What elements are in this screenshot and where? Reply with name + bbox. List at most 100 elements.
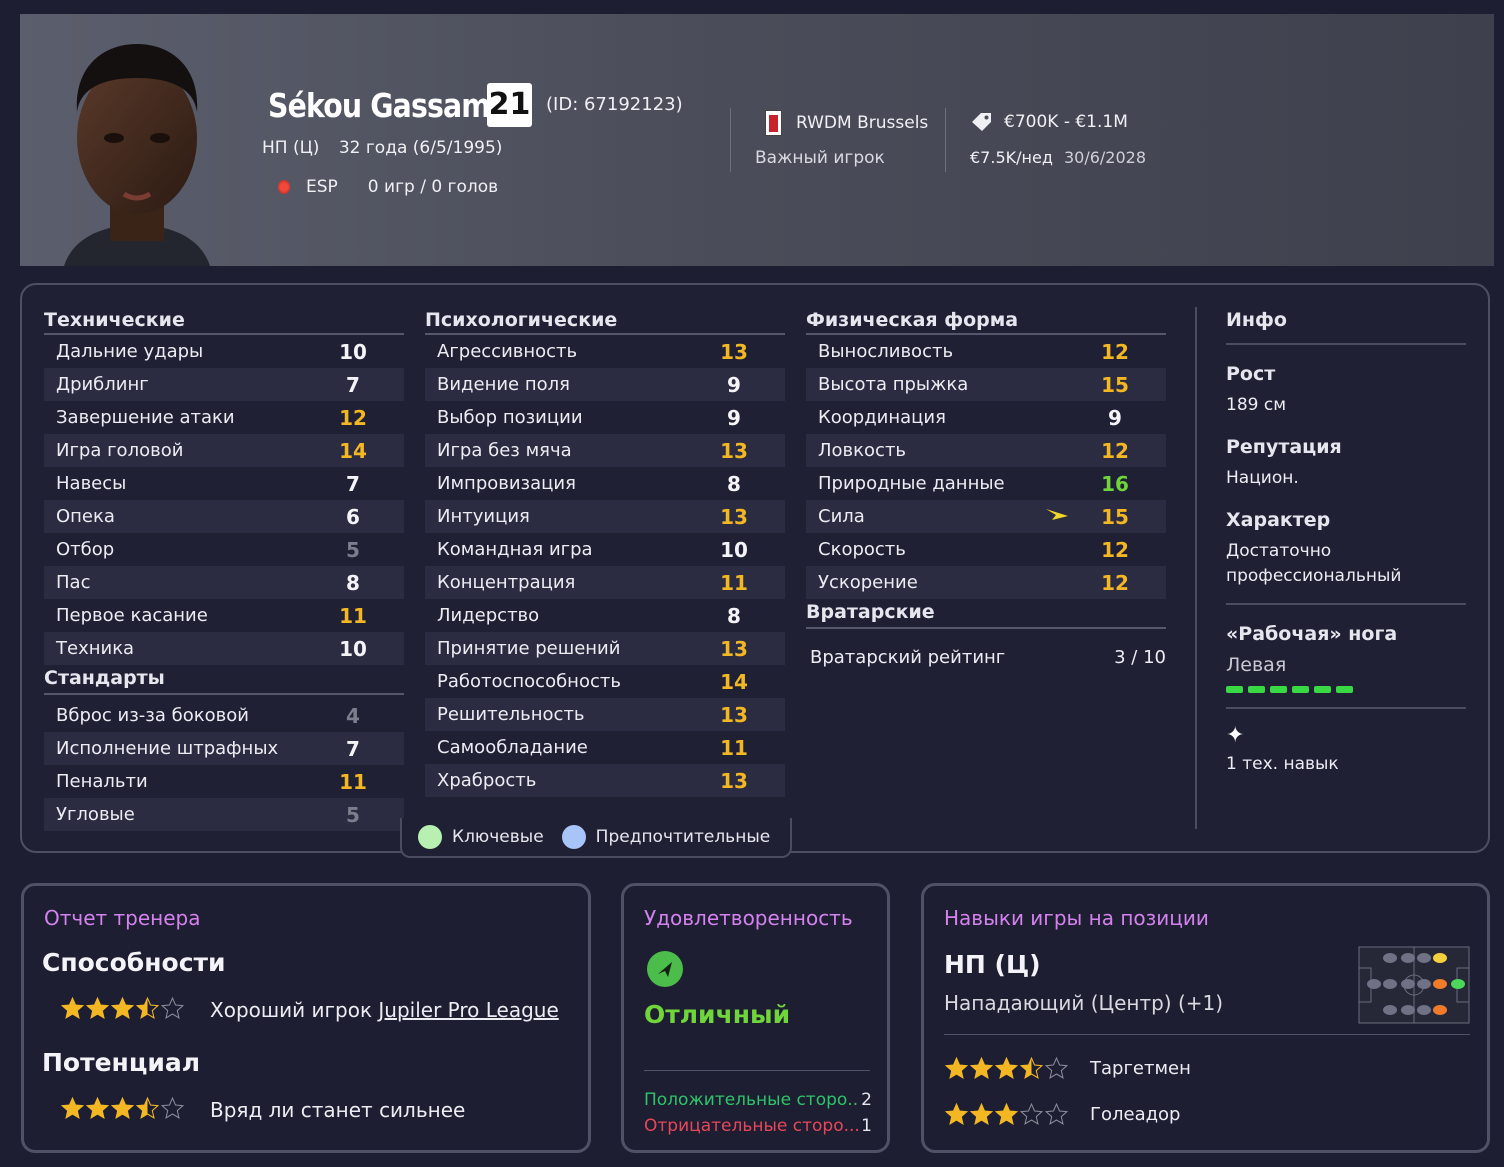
attribute-row[interactable]: Первое касание 11 bbox=[44, 599, 404, 632]
attribute-row[interactable]: Храбрость 13 bbox=[425, 764, 785, 797]
attribute-row[interactable]: Игра без мяча 13 bbox=[425, 434, 785, 467]
attribute-value: 10 bbox=[339, 636, 367, 661]
attribute-legend: Ключевые Предпочтительные bbox=[400, 818, 792, 858]
character-value: Достаточно профессиональный bbox=[1226, 541, 1402, 586]
attribute-row[interactable]: Выбор позиции 9 bbox=[425, 401, 785, 434]
attribute-row[interactable]: Пас 8 bbox=[44, 566, 404, 599]
attribute-row[interactable]: Высота прыжка 15 bbox=[806, 368, 1166, 401]
attribute-row[interactable]: Импровизация 8 bbox=[425, 467, 785, 500]
player-name: Sékou Gassama bbox=[268, 86, 509, 125]
attribute-row[interactable]: Сила 15 bbox=[806, 500, 1166, 533]
skills-count[interactable]: 1 тех. навык bbox=[1226, 752, 1466, 777]
attribute-row[interactable]: Концентрация 11 bbox=[425, 566, 785, 599]
attribute-row[interactable]: Командная игра 10 bbox=[425, 533, 785, 566]
happiness-card[interactable]: Удовлетворенность Отличный Положительные… bbox=[621, 883, 890, 1153]
height-value: 189 см bbox=[1226, 395, 1287, 415]
attribute-row[interactable]: Навесы 7 bbox=[44, 467, 404, 500]
attribute-row[interactable]: Ускорение 12 bbox=[806, 566, 1166, 599]
nation-code[interactable]: ESP bbox=[306, 177, 338, 197]
attribute-value: 15 bbox=[1101, 504, 1129, 529]
attribute-row[interactable]: Опека 6 bbox=[44, 500, 404, 533]
attribute-row[interactable]: Исполнение штрафных 7 bbox=[44, 732, 404, 765]
attribute-label: Лидерство bbox=[437, 605, 540, 626]
attribute-value: 13 bbox=[720, 636, 748, 661]
divider bbox=[945, 108, 946, 172]
attribute-row[interactable]: Самообладание 11 bbox=[425, 731, 785, 764]
attribute-row[interactable]: Дальние удары 10 bbox=[44, 335, 404, 368]
player-age: 32 года (6/5/1995) bbox=[338, 138, 503, 158]
squad-number: 21 bbox=[487, 83, 532, 127]
role-2-name[interactable]: Голеадор bbox=[1090, 1104, 1180, 1125]
attribute-row[interactable]: Интуиция 13 bbox=[425, 500, 785, 533]
role-1-name[interactable]: Таргетмен bbox=[1090, 1058, 1191, 1079]
attribute-value: 11 bbox=[720, 735, 748, 760]
attribute-row[interactable]: Игра головой 14 bbox=[44, 434, 404, 467]
attribute-row[interactable]: Пенальти 11 bbox=[44, 765, 404, 798]
coach-report-card[interactable]: Отчет тренера Способности Хороший игрок … bbox=[21, 883, 591, 1153]
flag-icon bbox=[278, 180, 290, 194]
physical-title: Физическая форма bbox=[806, 309, 1166, 335]
reputation-label: Репутация bbox=[1226, 436, 1342, 458]
attribute-label: Дальние удары bbox=[56, 341, 204, 362]
attribute-row[interactable]: Техника 10 bbox=[44, 632, 404, 665]
attribute-row[interactable]: Агрессивность 13 bbox=[425, 335, 785, 368]
goalkeeping-title: Вратарские bbox=[806, 599, 1166, 629]
attribute-row[interactable]: Завершение атаки 12 bbox=[44, 401, 404, 434]
potential-stars bbox=[60, 1096, 185, 1121]
legend-preferred[interactable]: Предпочтительные bbox=[596, 827, 771, 847]
attribute-label: Выбор позиции bbox=[437, 407, 583, 428]
attribute-value: 7 bbox=[346, 471, 360, 496]
attribute-row[interactable]: Дриблинг 7 bbox=[44, 368, 404, 401]
attribute-row[interactable]: Принятие решений 13 bbox=[425, 632, 785, 665]
club-name[interactable]: RWDM Brussels bbox=[796, 113, 928, 133]
negative-row[interactable]: Отрицательные сторо... 1 bbox=[644, 1116, 872, 1136]
foot-label: «Рабочая» нога bbox=[1226, 623, 1398, 645]
ability-description: Хороший игрок bbox=[210, 998, 373, 1022]
attribute-label: Работоспособность bbox=[437, 671, 621, 692]
attribute-value: 15 bbox=[1101, 372, 1129, 397]
foot-level-dot bbox=[1270, 686, 1287, 693]
potential-text: Вряд ли станет сильнее bbox=[210, 1098, 466, 1122]
attribute-label: Принятие решений bbox=[437, 638, 621, 659]
attribute-label: Пенальти bbox=[56, 771, 148, 792]
character-label: Характер bbox=[1226, 509, 1331, 531]
attribute-value: 4 bbox=[346, 703, 360, 728]
attribute-row[interactable]: Видение поля 9 bbox=[425, 368, 785, 401]
set-pieces-title: Стандарты bbox=[44, 665, 404, 695]
attribute-row[interactable]: Ловкость 12 bbox=[806, 434, 1166, 467]
star-icon bbox=[110, 996, 135, 1019]
position-skills-card[interactable]: Навыки игры на позиции НП (Ц) Нападающий… bbox=[921, 883, 1490, 1153]
positive-row[interactable]: Положительные сторо... 2 bbox=[644, 1090, 872, 1110]
attribute-row[interactable]: Работоспособность 14 bbox=[425, 665, 785, 698]
star-icon bbox=[135, 1096, 160, 1119]
attribute-label: Завершение атаки bbox=[56, 407, 235, 428]
star-icon bbox=[1044, 1056, 1069, 1079]
potential-label: Потенциал bbox=[42, 1048, 201, 1077]
mental-column: Психологические Агрессивность 13 Видение п… bbox=[425, 309, 785, 797]
info-separator bbox=[1226, 603, 1466, 605]
positive-label: Положительные сторо... bbox=[644, 1090, 858, 1110]
key-dot-icon bbox=[418, 825, 442, 849]
attribute-row[interactable]: Вброс из-за боковой 4 bbox=[44, 699, 404, 732]
attribute-row[interactable]: Отбор 5 bbox=[44, 533, 404, 566]
happiness-status-icon bbox=[647, 951, 683, 987]
attribute-row[interactable]: Скорость 12 bbox=[806, 533, 1166, 566]
negative-count: 1 bbox=[861, 1116, 872, 1136]
star-icon bbox=[60, 1096, 85, 1119]
club-link[interactable]: RWDM Brussels bbox=[765, 110, 928, 136]
attribute-row[interactable]: Угловые 5 bbox=[44, 798, 404, 831]
attribute-label: Координация bbox=[818, 407, 946, 428]
attribute-label: Природные данные bbox=[818, 473, 1005, 494]
attribute-label: Исполнение штрафных bbox=[56, 738, 279, 759]
attribute-row[interactable]: Координация 9 bbox=[806, 401, 1166, 434]
attribute-value: 12 bbox=[339, 405, 367, 430]
attribute-row[interactable]: Выносливость 12 bbox=[806, 335, 1166, 368]
attribute-label: Интуиция bbox=[437, 506, 530, 527]
league-link[interactable]: Jupiler Pro League bbox=[378, 998, 558, 1022]
attribute-row[interactable]: Решительность 13 bbox=[425, 698, 785, 731]
legend-key[interactable]: Ключевые bbox=[452, 827, 544, 847]
attribute-row[interactable]: Лидерство 8 bbox=[425, 599, 785, 632]
attribute-row[interactable]: Природные данные 16 bbox=[806, 467, 1166, 500]
mental-list: Агрессивность 13 Видение поля 9 Выбор позици… bbox=[425, 335, 785, 797]
wage: €7.5K/нед bbox=[970, 148, 1053, 167]
